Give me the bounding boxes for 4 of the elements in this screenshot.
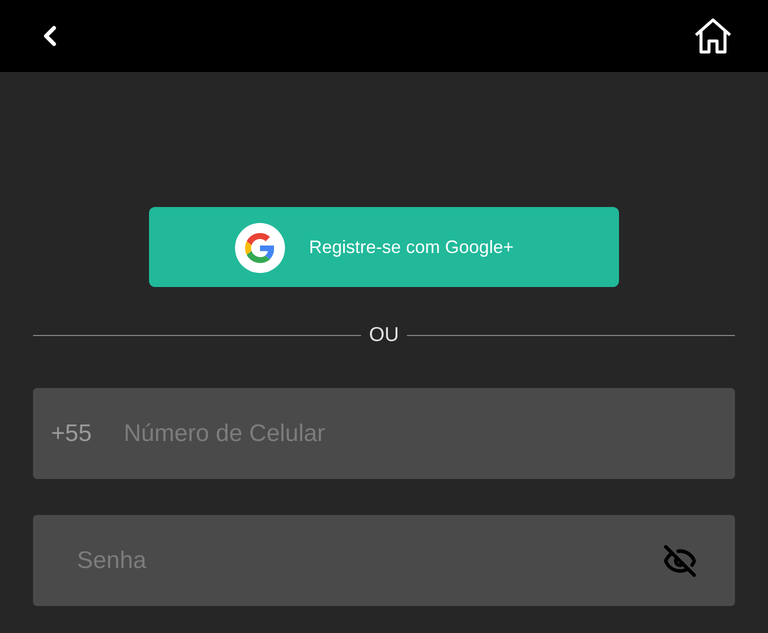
google-logo-icon bbox=[235, 223, 285, 273]
country-code: +55 bbox=[51, 418, 92, 448]
google-signup-button[interactable]: Registre-se com Google+ bbox=[149, 207, 619, 287]
divider-label: OU bbox=[369, 323, 399, 348]
